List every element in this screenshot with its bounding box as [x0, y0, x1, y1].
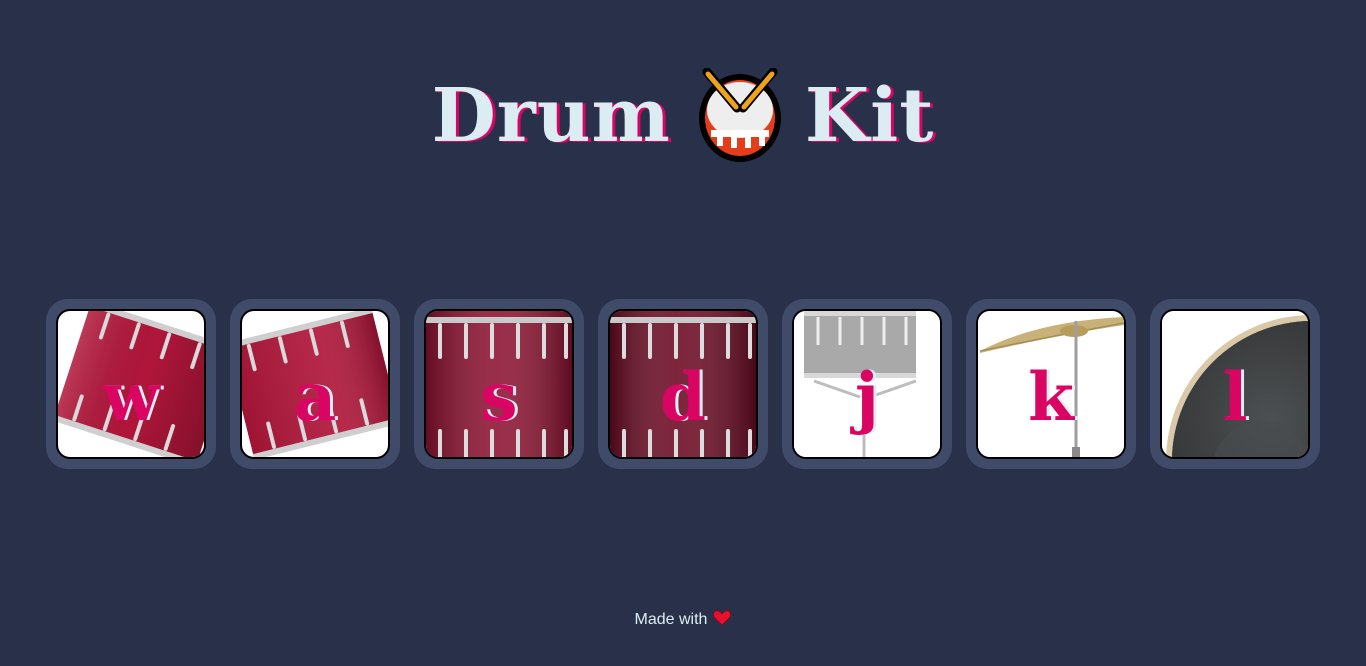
drum-key-label: s [480, 358, 518, 436]
drum-key-label: w [102, 358, 160, 436]
drum-key-label: k [1028, 358, 1074, 436]
drum-face: l [1160, 309, 1310, 459]
drum-emoji-icon [698, 67, 781, 162]
footer-text: Made with [634, 611, 708, 628]
drum-set: w a s d j k l [46, 299, 1322, 469]
drum-button-a[interactable]: a [230, 299, 400, 469]
drum-kit-page: Drum Kit w a s d j k l Made with [0, 0, 1366, 666]
drum-button-d[interactable]: d [598, 299, 768, 469]
drum-button-s[interactable]: s [414, 299, 584, 469]
drum-face: a [240, 309, 390, 459]
drum-button-j[interactable]: j [782, 299, 952, 469]
title-word-drum: Drum [431, 72, 671, 159]
drum-key-label: a [293, 358, 337, 436]
drum-button-l[interactable]: l [1150, 299, 1320, 469]
title-word-kit: Kit [804, 72, 935, 159]
drum-face: w [56, 309, 206, 459]
drum-key-label: d [659, 358, 707, 436]
drum-face: k [976, 309, 1126, 459]
page-title: Drum Kit [0, 62, 1366, 164]
drum-key-label: j [855, 358, 879, 436]
drum-face: j [792, 309, 942, 459]
drum-key-label: l [1222, 358, 1248, 436]
footer: Made with [0, 608, 1366, 632]
drum-face: s [424, 309, 574, 459]
drum-button-k[interactable]: k [966, 299, 1136, 469]
drum-face: d [608, 309, 758, 459]
heart-icon [713, 610, 732, 626]
drum-button-w[interactable]: w [46, 299, 216, 469]
